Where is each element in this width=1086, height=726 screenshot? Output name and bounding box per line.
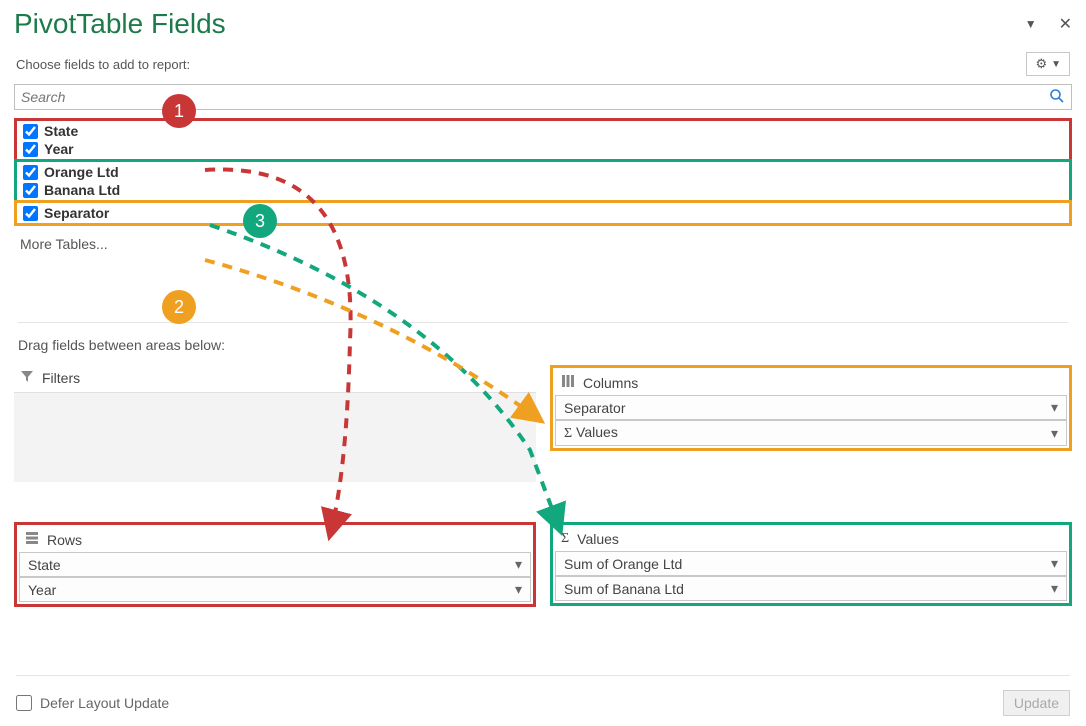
annotation-badge-1: 1: [162, 94, 196, 128]
field-year-checkbox[interactable]: [23, 142, 38, 157]
field-separator-checkbox[interactable]: [23, 206, 38, 221]
search-icon[interactable]: [1043, 88, 1071, 107]
chevron-down-icon[interactable]: [509, 581, 522, 598]
field-label: Orange Ltd: [44, 164, 119, 180]
update-button[interactable]: Update: [1003, 690, 1070, 716]
defer-checkbox-input[interactable]: [16, 695, 32, 711]
field-separator[interactable]: Separator: [17, 204, 1069, 222]
rows-area[interactable]: Rows State Year: [14, 522, 536, 607]
area-item-label: Σ Values: [564, 424, 618, 442]
values-label: Values: [577, 531, 619, 547]
chevron-down-icon[interactable]: [1045, 399, 1058, 416]
field-banana-checkbox[interactable]: [23, 183, 38, 198]
values-header: Σ Values: [555, 527, 1067, 551]
field-state-checkbox[interactable]: [23, 124, 38, 139]
rows-item-year[interactable]: Year: [19, 577, 531, 602]
field-year[interactable]: Year: [17, 140, 1069, 158]
area-item-label: Separator: [564, 400, 625, 416]
chevron-down-icon[interactable]: [509, 556, 522, 573]
area-item-label: State: [28, 557, 61, 573]
columns-item-separator[interactable]: Separator: [555, 395, 1067, 420]
rows-label: Rows: [47, 532, 82, 548]
areas-grid: Filters Columns Separator Σ Values Rows: [0, 363, 1086, 609]
field-list: State Year Orange Ltd Banana Ltd Separat…: [14, 118, 1072, 226]
values-item-orange[interactable]: Sum of Orange Ltd: [555, 551, 1067, 576]
drag-fields-label: Drag fields between areas below:: [18, 322, 1068, 353]
field-group-2: Orange Ltd Banana Ltd: [14, 159, 1072, 203]
area-item-label: Year: [28, 582, 56, 598]
filter-icon: [20, 369, 34, 386]
filters-well[interactable]: [14, 392, 536, 482]
columns-icon: [561, 374, 575, 391]
annotation-badge-2: 2: [162, 290, 196, 324]
field-group-3: Separator: [14, 200, 1072, 226]
field-label: Separator: [44, 205, 109, 221]
field-label: Year: [44, 141, 74, 157]
annotation-badge-3: 3: [243, 204, 277, 238]
more-tables-link[interactable]: More Tables...: [20, 236, 1066, 252]
title-bar: PivotTable Fields ▼ ✕: [0, 0, 1086, 46]
close-icon[interactable]: ✕: [1059, 14, 1072, 34]
subtitle: Choose fields to add to report:: [16, 57, 190, 72]
pane-title: PivotTable Fields: [14, 8, 226, 40]
chevron-down-icon[interactable]: [1045, 425, 1058, 442]
area-item-label: Sum of Banana Ltd: [564, 581, 684, 597]
defer-label: Defer Layout Update: [40, 695, 169, 711]
field-orange-checkbox[interactable]: [23, 165, 38, 180]
columns-label: Columns: [583, 375, 638, 391]
sigma-icon: Σ: [561, 531, 569, 547]
rows-item-state[interactable]: State: [19, 552, 531, 577]
columns-area[interactable]: Columns Separator Σ Values: [550, 365, 1072, 482]
defer-layout-checkbox[interactable]: Defer Layout Update: [16, 695, 169, 711]
rows-icon: [25, 531, 39, 548]
gear-icon: ⚙: [1035, 56, 1047, 72]
columns-item-values[interactable]: Σ Values: [555, 420, 1067, 446]
values-area[interactable]: Σ Values Sum of Orange Ltd Sum of Banana…: [550, 522, 1072, 607]
values-text: Values: [576, 424, 618, 440]
filters-header: Filters: [14, 365, 536, 390]
chevron-down-icon: ▼: [1051, 59, 1061, 70]
chevron-down-icon[interactable]: [1045, 580, 1058, 597]
minimize-icon[interactable]: ▼: [1025, 17, 1037, 31]
filters-label: Filters: [42, 370, 80, 386]
rows-header: Rows: [19, 527, 531, 552]
filters-area[interactable]: Filters: [14, 365, 536, 482]
area-item-label: Sum of Orange Ltd: [564, 556, 682, 572]
field-banana-ltd[interactable]: Banana Ltd: [17, 181, 1069, 199]
values-item-banana[interactable]: Sum of Banana Ltd: [555, 576, 1067, 601]
field-label: State: [44, 123, 78, 139]
field-label: Banana Ltd: [44, 182, 120, 198]
chevron-down-icon[interactable]: [1045, 555, 1058, 572]
field-orange-ltd[interactable]: Orange Ltd: [17, 163, 1069, 181]
columns-header: Columns: [555, 370, 1067, 395]
settings-button[interactable]: ⚙ ▼: [1026, 52, 1070, 76]
